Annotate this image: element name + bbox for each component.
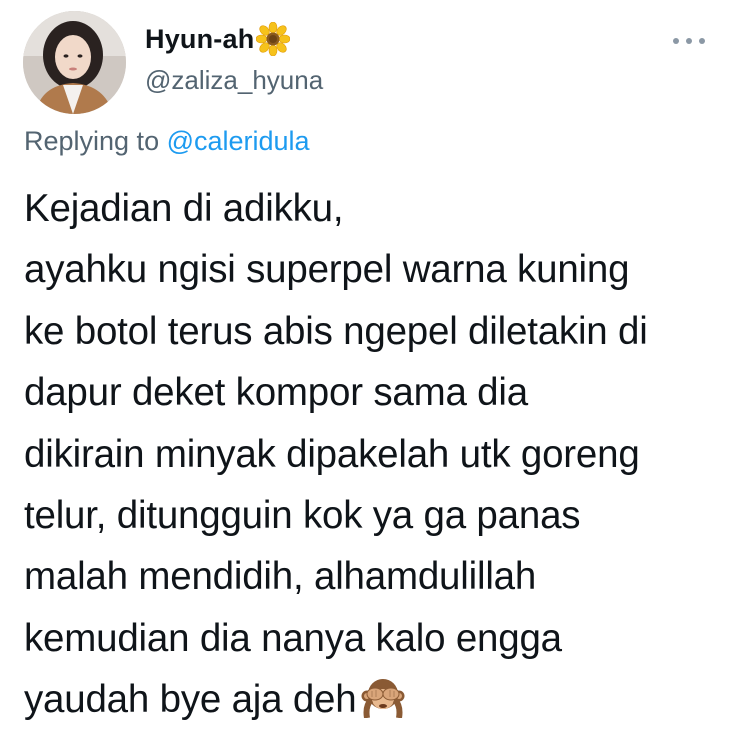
tweet-line: ke botol terus abis ngepel diletakin di [24, 309, 648, 353]
replying-to-handle-link[interactable]: @caleridula [167, 126, 310, 156]
author-handle[interactable]: @zaliza_hyuna [145, 65, 323, 96]
tweet: Hyun-ah @zaliza_hyuna Replying to @caler… [0, 0, 731, 730]
see-no-evil-monkey-icon [361, 674, 405, 719]
tweet-line: dapur deket kompor sama dia [24, 371, 528, 415]
sunflower-icon [256, 21, 291, 57]
tweet-line: dikirain minyak dipakelah utk goreng [24, 432, 640, 476]
tweet-line-last: yaudah bye aja deh [24, 669, 724, 730]
tweet-line: kemudian dia nanya kalo engga [24, 616, 562, 660]
display-name[interactable]: Hyun-ah [145, 24, 254, 55]
tweet-line: malah mendidih, alhamdulillah [24, 555, 537, 599]
replying-prefix: Replying to [24, 126, 167, 156]
author-name-row[interactable]: Hyun-ah [145, 21, 291, 57]
tweet-line: yaudah bye aja deh [24, 678, 357, 722]
avatar[interactable] [23, 11, 126, 114]
tweet-line: telur, ditungguin kok ya ga panas [24, 494, 581, 538]
tweet-line: Kejadian di adikku, [24, 187, 344, 230]
replying-to: Replying to @caleridula [24, 126, 310, 157]
tweet-text: Kejadian di adikku, ayahku ngisi superpe… [24, 178, 724, 731]
more-options-icon[interactable] [673, 33, 705, 49]
tweet-line: ayahku ngisi superpel warna kuning [24, 248, 630, 292]
